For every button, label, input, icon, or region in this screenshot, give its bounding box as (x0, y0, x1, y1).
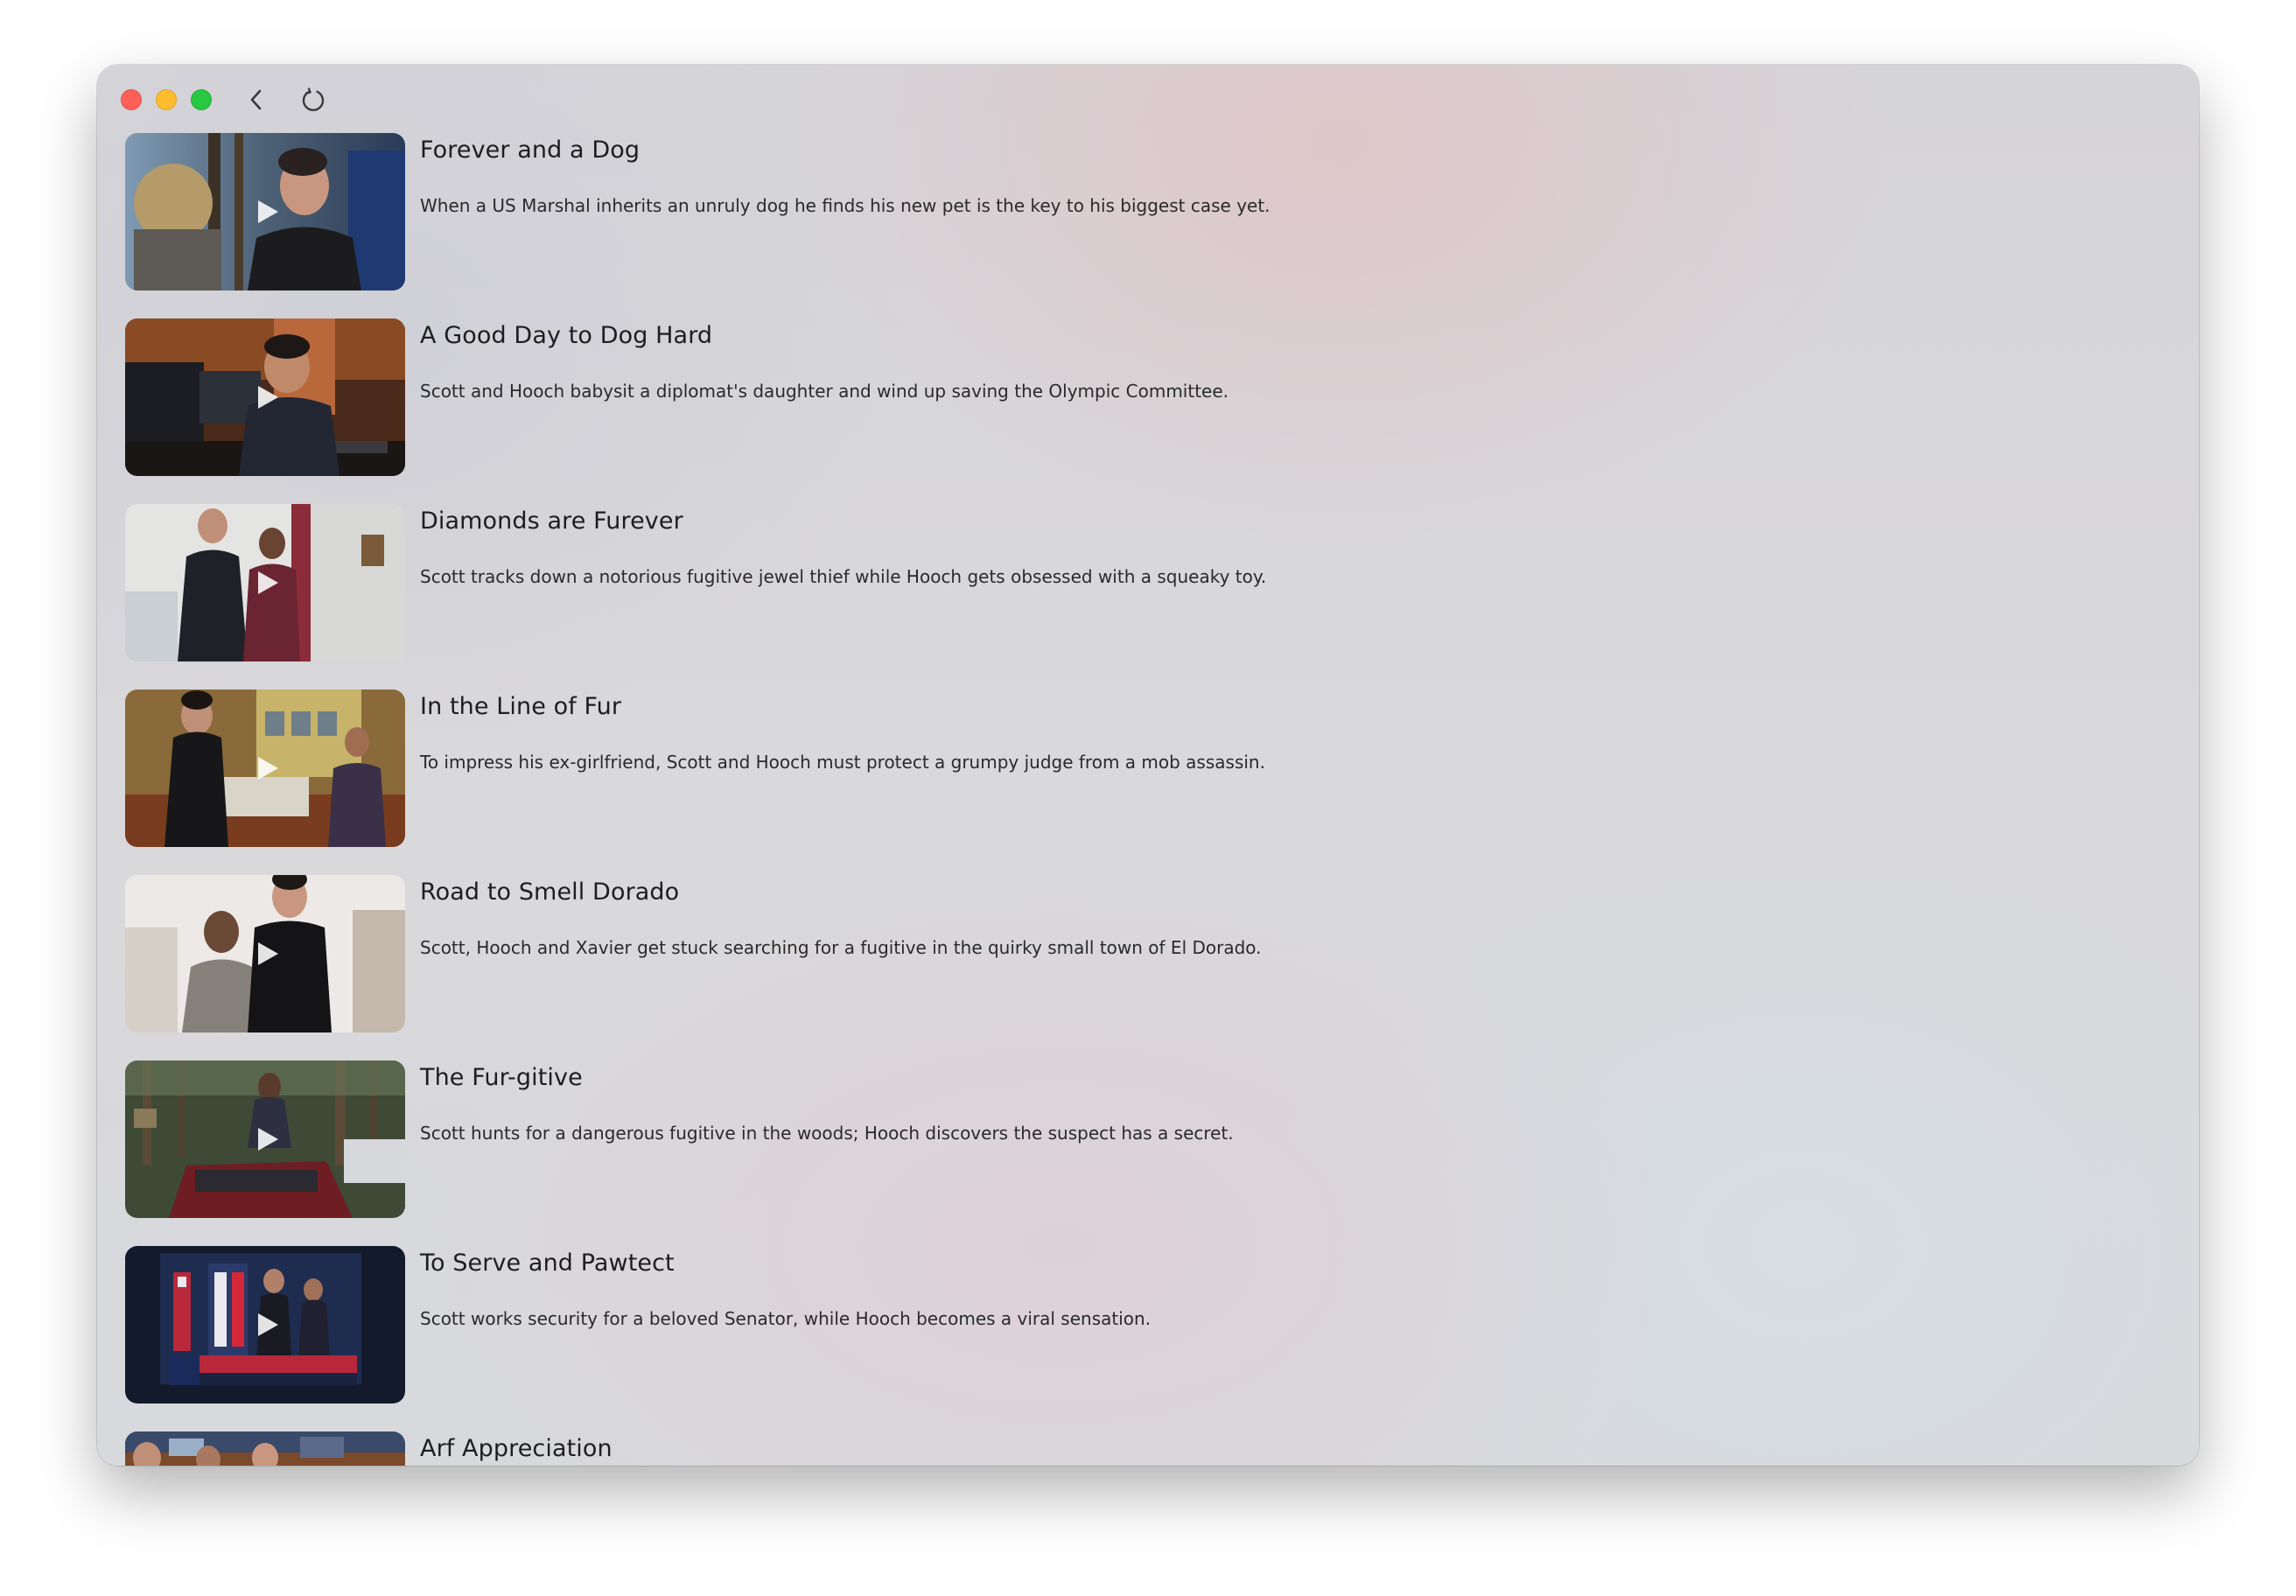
play-icon (258, 757, 278, 780)
episode-row[interactable]: Arf Appreciation (125, 1432, 2173, 1466)
episode-thumbnail[interactable] (125, 504, 405, 662)
episode-thumbnail[interactable] (125, 1246, 405, 1404)
title-bar (97, 65, 2199, 128)
episode-list: Forever and a Dog When a US Marshal inhe… (125, 133, 2173, 1466)
episode-description: Scott and Hooch babysit a diplomat's dau… (420, 381, 1229, 402)
episode-row[interactable]: In the Line of Fur To impress his ex-gir… (125, 690, 2173, 875)
back-button[interactable] (241, 84, 272, 116)
episode-title: Diamonds are Furever (420, 508, 683, 535)
episode-title: Forever and a Dog (420, 136, 640, 164)
episode-thumbnail-image (125, 1432, 405, 1466)
episode-title: To Serve and Pawtect (420, 1250, 675, 1277)
episode-title: The Fur-gitive (420, 1064, 583, 1091)
episode-row[interactable]: Forever and a Dog When a US Marshal inhe… (125, 133, 2173, 318)
episode-thumbnail[interactable] (125, 133, 405, 290)
play-icon (258, 386, 278, 409)
episode-description: To impress his ex-girlfriend, Scott and … (420, 752, 1265, 773)
play-icon (258, 1128, 278, 1151)
episode-description: Scott, Hooch and Xavier get stuck search… (420, 937, 1262, 958)
episode-row[interactable]: A Good Day to Dog Hard Scott and Hooch b… (125, 318, 2173, 504)
episode-row[interactable]: Diamonds are Furever Scott tracks down a… (125, 504, 2173, 690)
episode-row[interactable]: The Fur-gitive Scott hunts for a dangero… (125, 1060, 2173, 1246)
app-window: Forever and a Dog When a US Marshal inhe… (97, 65, 2199, 1466)
episode-title: In the Line of Fur (420, 693, 622, 720)
episode-title: Road to Smell Dorado (420, 878, 680, 906)
episode-description: Scott tracks down a notorious fugitive j… (420, 566, 1267, 587)
episode-description: Scott hunts for a dangerous fugitive in … (420, 1123, 1234, 1144)
episode-title: A Good Day to Dog Hard (420, 322, 713, 349)
play-icon (258, 942, 278, 965)
episode-thumbnail[interactable] (125, 875, 405, 1032)
reload-icon (302, 88, 325, 112)
chevron-left-icon (250, 89, 262, 110)
episode-title: Arf Appreciation (420, 1435, 612, 1462)
episode-thumbnail[interactable] (125, 1432, 405, 1466)
episode-description: Scott works security for a beloved Senat… (420, 1308, 1152, 1329)
maximize-window-button[interactable] (191, 89, 212, 110)
episode-description: When a US Marshal inherits an unruly dog… (420, 195, 1270, 216)
minimize-window-button[interactable] (156, 89, 177, 110)
episode-row[interactable]: To Serve and Pawtect Scott works securit… (125, 1246, 2173, 1432)
play-icon (258, 571, 278, 594)
reload-button[interactable] (298, 84, 329, 116)
close-window-button[interactable] (121, 89, 142, 110)
episode-thumbnail[interactable] (125, 1060, 405, 1218)
play-icon (258, 1313, 278, 1336)
play-icon (258, 200, 278, 223)
episode-row[interactable]: Road to Smell Dorado Scott, Hooch and Xa… (125, 875, 2173, 1060)
episode-thumbnail[interactable] (125, 690, 405, 847)
episode-thumbnail[interactable] (125, 318, 405, 476)
